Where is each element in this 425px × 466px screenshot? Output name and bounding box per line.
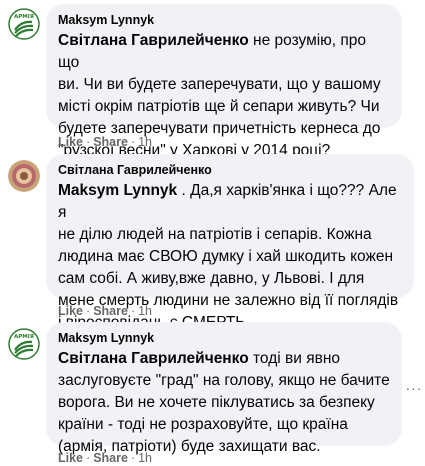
share-button[interactable]: Share: [93, 135, 128, 149]
svg-text:АРМІЯ: АРМІЯ: [14, 334, 34, 340]
comment-text: Світлана Гаврилейченко тоді ви явно засл…: [58, 348, 390, 458]
timestamp[interactable]: 1h: [138, 135, 152, 149]
comment-line: країни - тоді не розраховуйте, що країна: [58, 416, 348, 433]
comment-bubble: Світлана Гаврилейченко Maksym Lynnyk . Д…: [46, 154, 414, 331]
comment-author[interactable]: Світлана Гаврилейченко: [58, 162, 402, 179]
army-logo-icon: АРМІЯ: [8, 8, 40, 40]
comment-actions: Like · Share · 1h: [58, 451, 153, 465]
like-button[interactable]: Like: [58, 451, 83, 465]
timestamp[interactable]: 1h: [138, 451, 152, 465]
comment-line: ви. Чи ви будете заперечувати, що у вашо…: [58, 76, 381, 93]
comment-author[interactable]: Maksym Lynnyk: [58, 12, 390, 29]
share-button[interactable]: Share: [93, 451, 128, 465]
comment-actions: Like · Share · 1h: [58, 135, 153, 149]
comment-line: місті окрім патріотів ще й сепари живуть…: [58, 98, 380, 115]
comment-line: сам собі. А живу,вже давно, у Львові. І …: [58, 270, 365, 287]
ellipsis-icon[interactable]: ···: [404, 378, 424, 398]
avatar[interactable]: АРМІЯ: [8, 8, 40, 40]
like-button[interactable]: Like: [58, 135, 83, 149]
comment-bubble: Maksym Lynnyk Світлана Гаврилейченко не …: [46, 4, 402, 159]
like-button[interactable]: Like: [58, 304, 83, 318]
mention-link[interactable]: Світлана Гаврилейченко: [58, 32, 249, 49]
avatar[interactable]: АРМІЯ: [8, 328, 40, 360]
army-logo-icon: АРМІЯ: [8, 328, 40, 360]
avatar[interactable]: [8, 160, 40, 192]
comment-bubble: Maksym Lynnyk Світлана Гаврилейченко тод…: [46, 322, 402, 455]
mention-link[interactable]: Maksym Lynnyk: [58, 182, 177, 199]
comment-line: ворога. Ви не хочете піклуватись за безп…: [58, 394, 375, 411]
mention-link[interactable]: Світлана Гаврилейченко: [58, 350, 249, 367]
share-button[interactable]: Share: [93, 304, 128, 318]
comment-line: не ділю людей на патріотів і сепарів. Ко…: [58, 226, 372, 243]
svg-text:АРМІЯ: АРМІЯ: [14, 14, 34, 20]
comment-actions: Like · Share · 1h: [58, 304, 153, 318]
comment-author[interactable]: Maksym Lynnyk: [58, 330, 390, 347]
timestamp[interactable]: 1h: [138, 304, 152, 318]
profile-photo-icon: [8, 160, 40, 192]
comment-line: людина має СВОЮ думку і хай шкодить коже…: [58, 248, 394, 265]
comment-line: заслуговуєте "град" на голову, якщо не б…: [58, 372, 390, 389]
comment-line: тоді ви явно: [248, 350, 341, 367]
